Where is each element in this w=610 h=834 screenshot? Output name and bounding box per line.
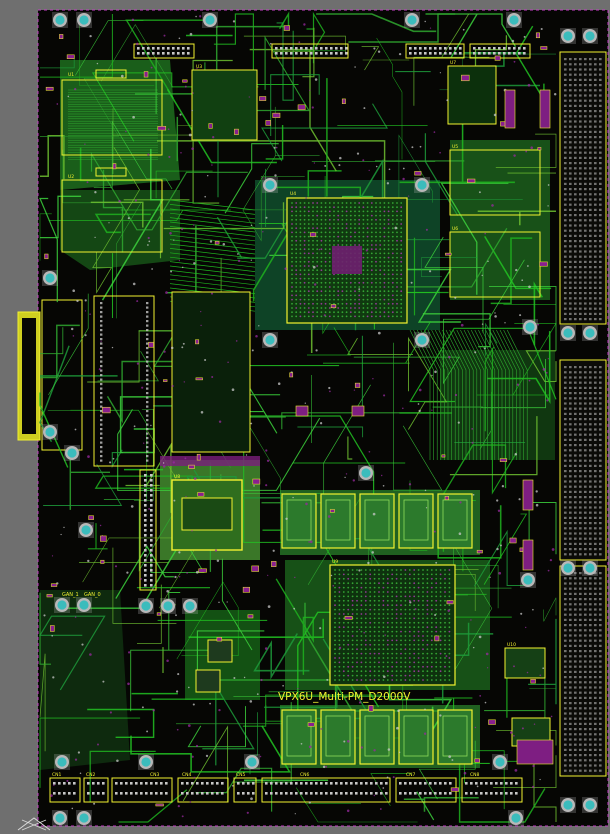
bridge-bga-package: [329, 564, 456, 686]
vertical-connector: [160, 291, 260, 466]
gan1-label: GAN_1: [62, 592, 79, 598]
u4-label: U4: [290, 191, 296, 197]
ic-sata-controller: [171, 479, 243, 551]
board-name-label: VPX6U_Multi-PM_D2000V: [278, 691, 411, 703]
ddr-memory-row-top: [281, 493, 473, 549]
cn7-label: CN7: [406, 772, 416, 778]
ic-fpga-small: [447, 65, 497, 125]
cn8-label: CN8: [470, 772, 480, 778]
ddr-memory-row-bottom: [281, 709, 473, 765]
cn3-label: CN3: [150, 772, 160, 778]
u2-label: U2: [68, 174, 74, 180]
u7-label: U7: [450, 60, 456, 66]
ic-ethernet-phy: [191, 69, 258, 141]
u3-label: U3: [196, 64, 202, 70]
u8-label: U8: [174, 474, 180, 480]
u10-label: U10: [507, 642, 516, 648]
gan0-label: GAN_0: [84, 592, 101, 598]
cn2-label: CN2: [86, 772, 96, 778]
u5-label: U5: [452, 144, 458, 150]
cn6-label: CN6: [300, 772, 310, 778]
u6-label: U6: [452, 226, 458, 232]
pcb-layout-view[interactable]: VPX6U_Multi-PM_D2000V GAN_1 GAN_0 CN1 CN…: [0, 0, 610, 834]
cpu-bga-package: [286, 197, 408, 324]
u1-label: U1: [68, 72, 74, 78]
pcb-canvas[interactable]: VPX6U_Multi-PM_D2000V GAN_1 GAN_0 CN1 CN…: [0, 0, 610, 834]
cn5-label: CN5: [236, 772, 246, 778]
cn1-label: CN1: [52, 772, 62, 778]
u9-label: U9: [332, 559, 338, 565]
cn4-label: CN4: [182, 772, 192, 778]
